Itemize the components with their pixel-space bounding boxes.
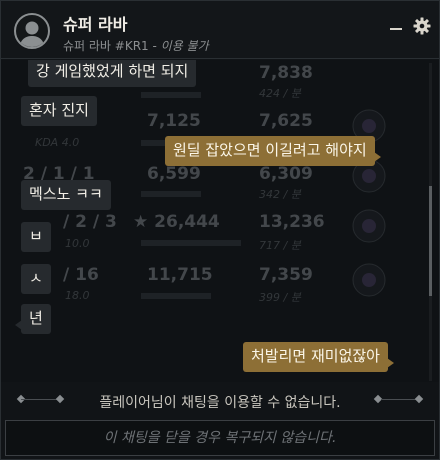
rune-icon [352, 263, 386, 297]
subtitle-separator: - [148, 39, 161, 53]
message-list[interactable]: 7,838 424 / 분 7,125 7,625 KDA 4.0 2 / 1 … [1, 60, 439, 382]
bg-bar [141, 240, 241, 246]
bg-bar [141, 191, 201, 197]
message-bubble-in: 년 [15, 304, 51, 334]
status-text: 이용 불가 [160, 39, 209, 53]
bg-kda-ratio: 10.0 [65, 237, 90, 250]
chat-header: 슈퍼 라바 슈퍼 라바 #KR1 - 이용 불가 [1, 1, 439, 59]
bg-damage: 7,838 [259, 63, 313, 83]
bg-kda: / 2 / 3 [63, 212, 117, 232]
avatar[interactable] [14, 13, 50, 49]
rune-icon [352, 209, 386, 243]
chat-title: 슈퍼 라바 [63, 15, 128, 34]
bg-gold: 11,715 [147, 265, 213, 285]
message-bubble-in: 혼자 진지 [21, 96, 97, 126]
bg-damage: 7,359 [259, 265, 313, 285]
message-bubble-out: 원딜 잡았으면 이길려고 해야지 [165, 136, 381, 166]
bg-damage-per-min: 717 / 분 [259, 239, 301, 252]
notice-text: 플레이어님이 채팅을 이용할 수 없습니다. [99, 395, 341, 411]
divider-diamond-icon [414, 394, 424, 404]
chat-input[interactable] [6, 421, 434, 455]
bg-damage-per-min: 399 / 분 [259, 291, 301, 304]
chat-input-box[interactable] [5, 420, 435, 456]
chat-subtitle: 슈퍼 라바 #KR1 - 이용 불가 [63, 37, 209, 54]
profile-placeholder-icon [19, 21, 45, 47]
message-bubble-in: ㅂ [21, 222, 51, 252]
scrollbar-thumb[interactable] [429, 186, 432, 296]
bg-gold: ★ 26,444 [133, 212, 220, 232]
divider-line [381, 399, 419, 400]
chat-unavailable-notice: 플레이어님이 채팅을 이용할 수 없습니다. [1, 387, 439, 413]
chat-window: 슈퍼 라바 슈퍼 라바 #KR1 - 이용 불가 7,838 424 / 분 7… [0, 0, 440, 460]
bg-bar [141, 92, 201, 98]
divider-diamond-icon [55, 394, 65, 404]
settings-button[interactable] [413, 17, 431, 35]
bg-gold: 6,599 [147, 164, 201, 184]
riot-id: 슈퍼 라바 #KR1 [63, 39, 149, 53]
bg-damage-per-min: 424 / 분 [259, 87, 301, 100]
message-bubble-in: 강 게임했었게 하면 되지 [28, 60, 197, 87]
bg-kda-ratio: 18.0 [65, 289, 90, 302]
bg-bar [141, 293, 211, 299]
bg-damage: 7,625 [259, 111, 313, 131]
bg-damage: 6,309 [259, 164, 313, 184]
message-bubble-in: ㅅ [21, 264, 51, 294]
minimize-button[interactable] [389, 17, 403, 37]
bg-gold: 7,125 [147, 111, 201, 131]
bg-kda-ratio: KDA 4.0 [35, 136, 80, 149]
divider-line [21, 399, 59, 400]
bg-damage-per-min: 342 / 분 [259, 188, 301, 201]
bg-kda: / 16 [63, 265, 99, 285]
bg-damage: 13,236 [259, 212, 325, 232]
message-bubble-in: 멕스노 ㅋㅋ [21, 180, 111, 210]
message-bubble-out: 처발리면 재미없잖아 [243, 342, 394, 372]
gear-icon [413, 17, 431, 35]
